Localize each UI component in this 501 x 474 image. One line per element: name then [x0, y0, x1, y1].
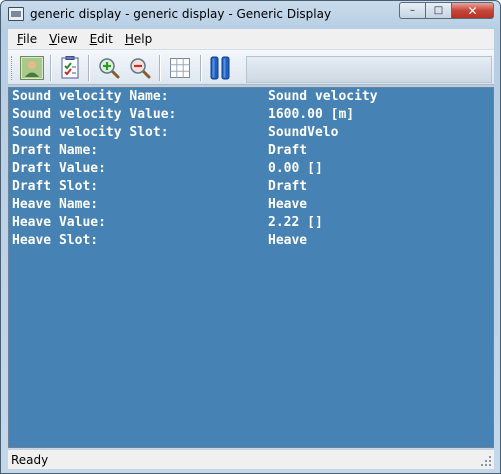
field-value: 2.22 [] — [268, 215, 323, 230]
title-bar[interactable]: generic display - generic display - Gene… — [1, 1, 500, 29]
zoom-out-icon — [130, 58, 151, 79]
list-item: Draft Name: Draft — [12, 143, 492, 161]
checklist-icon — [61, 56, 79, 79]
checklist-button[interactable] — [58, 56, 82, 80]
toolbar-separator — [200, 55, 201, 81]
list-item: Heave Slot: Heave — [12, 233, 492, 251]
zoom-in-button[interactable] — [97, 56, 121, 80]
toolbar-grip[interactable] — [11, 56, 14, 80]
display-panel: Sound velocity Name: Sound velocity Soun… — [8, 87, 494, 448]
menu-edit[interactable]: Edit — [84, 32, 119, 46]
menu-file[interactable]: File — [11, 32, 43, 46]
field-label: Heave Name: — [12, 197, 99, 212]
pause-icon — [210, 56, 230, 80]
close-button[interactable]: ✕ — [451, 2, 494, 19]
list-item: Draft Value: 0.00 [] — [12, 161, 492, 179]
field-value: Draft — [268, 179, 308, 194]
caption-buttons: – □ ✕ — [399, 2, 494, 19]
list-item: Sound velocity Slot: SoundVelo — [12, 125, 492, 143]
menu-edit-label: dit — [97, 32, 113, 46]
list-item: Sound velocity Value: 1600.00 [m] — [12, 107, 492, 125]
field-value: Heave — [268, 197, 308, 212]
field-label: Draft Value: — [12, 161, 106, 176]
field-label: Sound velocity Slot: — [12, 125, 169, 140]
field-label: Heave Slot: — [12, 233, 99, 248]
menu-view-label: iew — [57, 32, 78, 46]
menu-view-accel: V — [49, 32, 58, 46]
pause-button[interactable] — [208, 56, 232, 80]
grid-icon — [170, 58, 190, 78]
resize-grip-icon[interactable] — [480, 455, 492, 467]
window-title: generic display - generic display - Gene… — [30, 7, 332, 21]
app-window: generic display - generic display - Gene… — [0, 0, 501, 474]
field-value: Heave — [268, 233, 308, 248]
list-item: Sound velocity Name: Sound velocity — [12, 89, 492, 107]
status-bar: Ready — [8, 449, 494, 469]
zoom-out-button[interactable] — [128, 56, 152, 80]
field-value: 0.00 [] — [268, 161, 323, 176]
menu-bar: File View Edit Help — [8, 29, 494, 49]
user-icon — [20, 56, 44, 80]
menu-view[interactable]: View — [43, 32, 83, 46]
toolbar-separator — [88, 55, 89, 81]
menu-help-label: elp — [133, 32, 153, 46]
list-item: Draft Slot: Draft — [12, 179, 492, 197]
minimize-icon: – — [410, 5, 415, 16]
status-text: Ready — [11, 453, 49, 467]
field-label: Draft Name: — [12, 143, 99, 158]
toolbar-extension — [246, 56, 492, 83]
close-icon: ✕ — [467, 3, 478, 18]
field-value: Sound velocity — [268, 89, 378, 104]
maximize-button[interactable]: □ — [425, 2, 451, 19]
field-value: Draft — [268, 143, 308, 158]
minimize-button[interactable]: – — [399, 2, 425, 19]
user-button[interactable] — [20, 56, 44, 80]
field-label: Heave Value: — [12, 215, 106, 230]
menu-help-accel: H — [124, 32, 134, 46]
field-value: 1600.00 [m] — [268, 107, 355, 122]
field-label: Sound velocity Value: — [12, 107, 177, 122]
list-item: Heave Name: Heave — [12, 197, 492, 215]
zoom-in-icon — [99, 58, 120, 79]
toolbar — [8, 49, 494, 85]
toolbar-separator — [159, 55, 160, 81]
field-value: SoundVelo — [268, 125, 339, 140]
app-window-icon[interactable] — [8, 7, 24, 21]
menu-help[interactable]: Help — [119, 32, 158, 46]
grid-button[interactable] — [168, 56, 192, 80]
menu-file-label: ile — [23, 32, 38, 46]
list-item: Heave Value: 2.22 [] — [12, 215, 492, 233]
field-label: Sound velocity Name: — [12, 89, 169, 104]
maximize-icon: □ — [433, 5, 444, 16]
toolbar-separator — [50, 55, 51, 81]
field-label: Draft Slot: — [12, 179, 99, 194]
